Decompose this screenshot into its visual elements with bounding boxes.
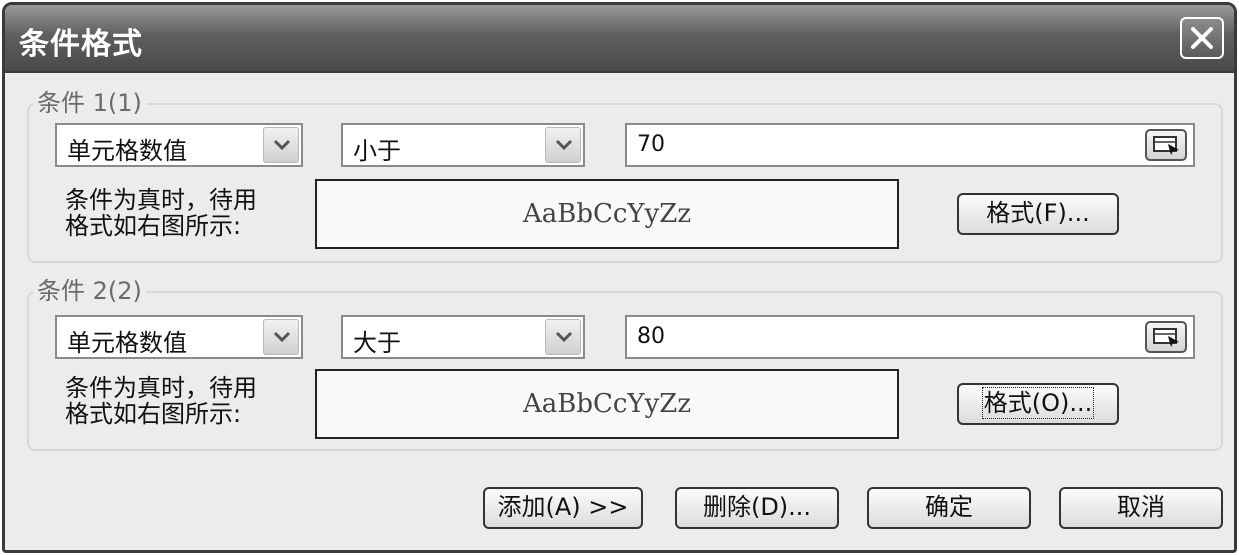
condition-2-hint-line1: 条件为真时，待用	[65, 374, 257, 402]
condition-1-format-preview: AaBbCcYyZz	[315, 179, 899, 249]
title-bar[interactable]: 条件格式	[5, 5, 1234, 73]
range-select-icon	[1153, 328, 1179, 347]
add-condition-button[interactable]: 添加(A) >>	[483, 487, 643, 529]
condition-2-value-input[interactable]: 80	[625, 315, 1195, 359]
condition-2-format-button[interactable]: 格式(O)...	[957, 383, 1119, 425]
conditional-format-dialog: 条件格式 条件 1(1) 单元格数值 小于 70 条件为真时，待用 格式如右图所…	[2, 2, 1237, 553]
condition-2-preview-text: AaBbCcYyZz	[522, 389, 692, 419]
condition-2-label-text: 条件 2	[37, 277, 108, 305]
range-select-icon	[1153, 136, 1179, 155]
condition-2-format-preview: AaBbCcYyZz	[315, 369, 899, 439]
condition-1-operator-dropdown-button[interactable]	[545, 127, 581, 163]
ok-button[interactable]: 确定	[867, 487, 1031, 529]
condition-1-label: 条件 1(1)	[33, 89, 146, 117]
chevron-down-icon	[555, 139, 573, 151]
ok-button-label: 确定	[925, 493, 973, 521]
chevron-down-icon	[555, 331, 573, 343]
condition-2-type-select[interactable]: 单元格数值	[55, 315, 303, 359]
delete-condition-button-label: 删除(D)...	[702, 493, 812, 521]
add-condition-button-label: 添加(A) >>	[497, 493, 629, 521]
condition-1-hint-line2: 格式如右图所示:	[65, 212, 242, 240]
condition-1-value-input[interactable]: 70	[625, 123, 1195, 167]
condition-2-value-text: 80	[637, 324, 665, 349]
dialog-title: 条件格式	[19, 27, 143, 62]
close-button[interactable]	[1180, 17, 1224, 59]
condition-2-operator-value: 大于	[353, 329, 401, 357]
condition-1-operator-value: 小于	[353, 137, 401, 165]
condition-1-operator-select[interactable]: 小于	[341, 123, 585, 167]
cancel-button-label: 取消	[1117, 493, 1165, 521]
chevron-down-icon	[273, 331, 291, 343]
condition-1-shortcut: (1)	[107, 89, 142, 117]
condition-1-format-button-label: 格式(F)...	[986, 199, 1090, 227]
condition-1-preview-text: AaBbCcYyZz	[522, 199, 692, 229]
condition-1-type-value: 单元格数值	[67, 137, 187, 165]
condition-2-range-picker-button[interactable]	[1145, 321, 1187, 353]
condition-2-operator-select[interactable]: 大于	[341, 315, 585, 359]
condition-2-shortcut: (2)	[107, 277, 142, 305]
cancel-button[interactable]: 取消	[1059, 487, 1223, 529]
condition-2-format-button-label: 格式(O)...	[981, 387, 1095, 419]
condition-1-hint: 条件为真时，待用 格式如右图所示:	[65, 187, 257, 239]
condition-1-type-select[interactable]: 单元格数值	[55, 123, 303, 167]
condition-1-format-button[interactable]: 格式(F)...	[957, 193, 1119, 235]
close-icon	[1191, 27, 1213, 49]
chevron-down-icon	[273, 139, 291, 151]
condition-1-type-dropdown-button[interactable]	[263, 127, 299, 163]
condition-2-type-dropdown-button[interactable]	[263, 319, 299, 355]
condition-1-value-text: 70	[637, 132, 665, 157]
condition-2-hint: 条件为真时，待用 格式如右图所示:	[65, 375, 257, 427]
condition-2-hint-line2: 格式如右图所示:	[65, 400, 242, 428]
condition-1-range-picker-button[interactable]	[1145, 129, 1187, 161]
condition-1-hint-line1: 条件为真时，待用	[65, 186, 257, 214]
condition-2-operator-dropdown-button[interactable]	[545, 319, 581, 355]
delete-condition-button[interactable]: 删除(D)...	[675, 487, 839, 529]
condition-2-label: 条件 2(2)	[33, 277, 146, 305]
condition-2-type-value: 单元格数值	[67, 329, 187, 357]
condition-1-label-text: 条件 1	[37, 89, 108, 117]
